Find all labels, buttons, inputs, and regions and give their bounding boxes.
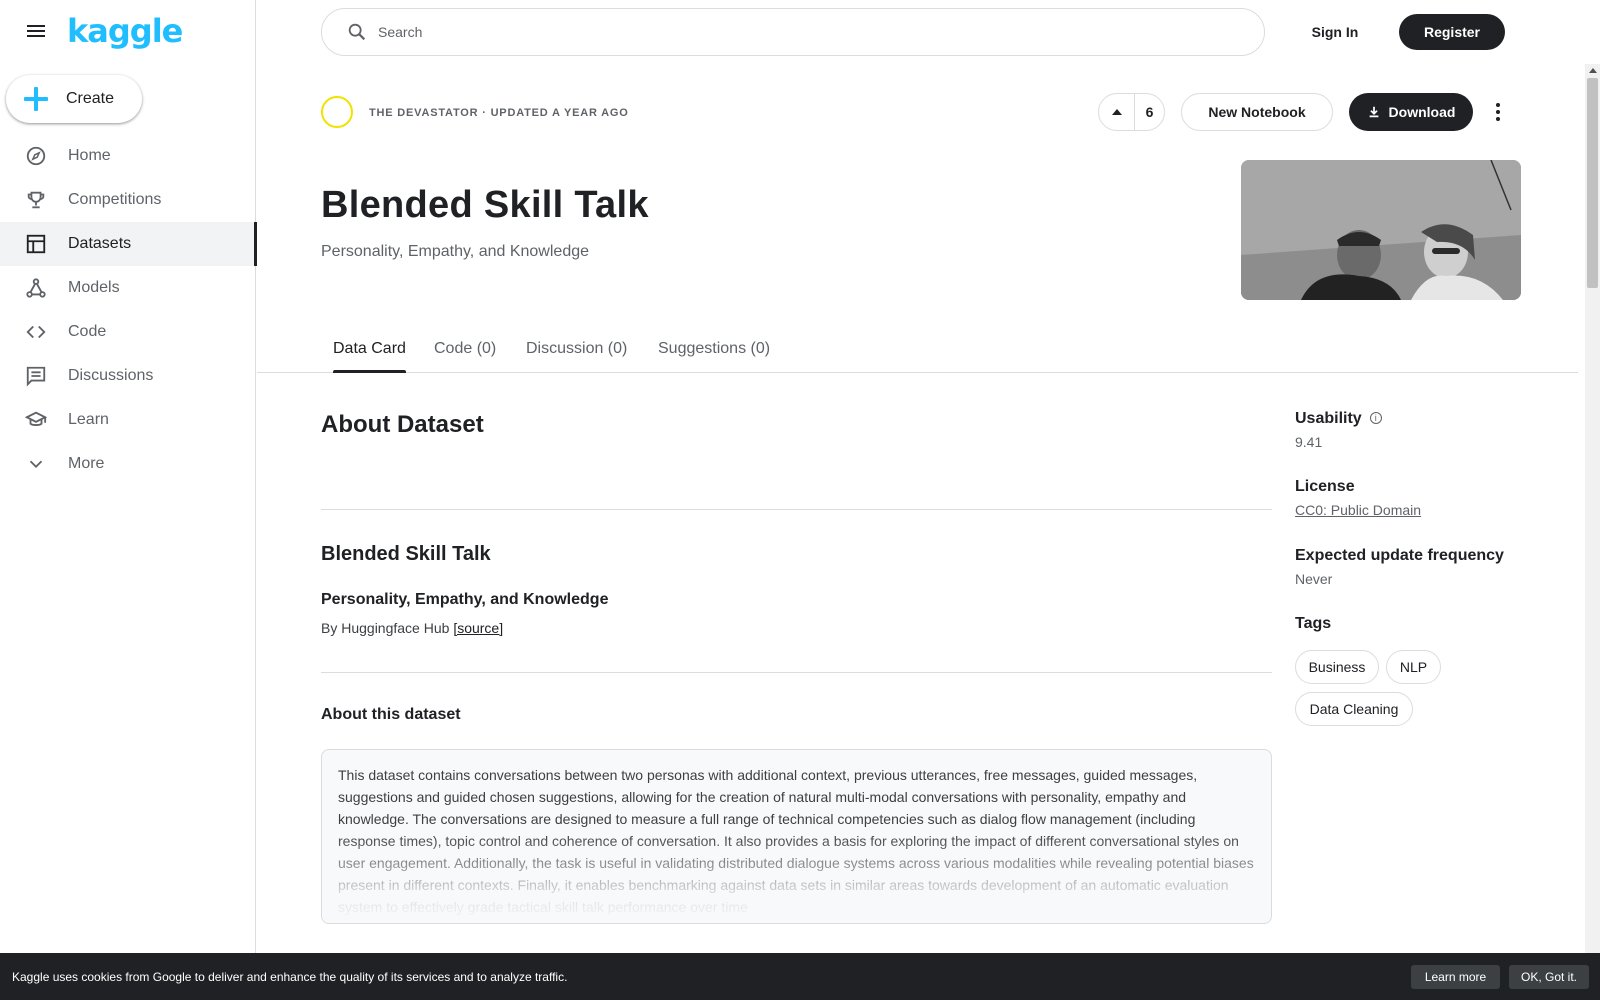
cookie-banner: Kaggle uses cookies from Google to deliv… (0, 953, 1600, 1000)
tab-discussion[interactable]: Discussion (0) (526, 330, 627, 373)
download-button[interactable]: Download (1349, 93, 1473, 131)
tag-chip[interactable]: NLP (1386, 650, 1441, 684)
sidebar-item-label: Models (68, 279, 120, 296)
sidebar-item-label: Discussions (68, 367, 154, 384)
tags-section: Tags (1295, 615, 1331, 633)
more-options-icon[interactable] (1488, 96, 1508, 128)
byline-author: By Huggingface Hub (321, 620, 450, 636)
usability-label: Usability (1295, 410, 1362, 427)
tags-label: Tags (1295, 615, 1332, 632)
license-section: License CC0: Public Domain (1295, 478, 1421, 518)
frequency-value: Never (1295, 571, 1333, 587)
dataset-subtitle: Personality, Empathy, and Knowledge (321, 243, 590, 260)
trophy-icon (24, 188, 48, 212)
sidebar-item-models[interactable]: Models (0, 266, 256, 310)
divider (321, 672, 1272, 673)
info-icon[interactable]: i (1369, 412, 1382, 424)
cookie-message: Kaggle uses cookies from Google to deliv… (12, 969, 568, 984)
license-label: License (1295, 478, 1355, 495)
sidebar-item-competitions[interactable]: Competitions (0, 178, 256, 222)
search-icon (348, 23, 366, 41)
table-icon (24, 232, 48, 256)
upvote-count: 6 (1145, 104, 1154, 120)
sidebar-item-label: Datasets (68, 235, 132, 252)
scroll-up-arrow[interactable] (1589, 68, 1597, 73)
comment-icon (24, 364, 48, 388)
byline: By Huggingface Hub [source] (321, 620, 503, 636)
sidebar-item-discussions[interactable]: Discussions (0, 354, 256, 398)
divider (321, 509, 1272, 510)
license-link[interactable]: CC0: Public Domain (1295, 502, 1421, 518)
frequency-label: Expected update frequency (1295, 547, 1504, 564)
models-icon (24, 276, 48, 300)
source-link[interactable]: [source] (453, 620, 503, 636)
usability-section: Usability i 9.41 (1295, 410, 1382, 450)
plus-icon (24, 87, 48, 111)
sidebar-nav: Home Competitions Datasets Models Code D… (0, 134, 257, 486)
sidebar-item-label: Competitions (68, 191, 162, 208)
owner-avatar[interactable] (321, 96, 353, 128)
tag-chip[interactable]: Data Cleaning (1295, 692, 1413, 726)
tag-chip[interactable]: Business (1295, 650, 1379, 684)
description-box: This dataset contains conversations betw… (321, 749, 1272, 924)
owner-updated-line: THE DEVASTATOR · UPDATED A YEAR AGO (369, 107, 629, 119)
sidebar-item-label: Learn (68, 411, 109, 428)
tab-code[interactable]: Code (0) (434, 330, 496, 373)
create-label: Create (66, 90, 115, 107)
sidebar-item-more[interactable]: More (0, 442, 256, 486)
menu-icon[interactable] (24, 22, 48, 42)
sidebar-item-code[interactable]: Code (0, 310, 256, 354)
kaggle-logo[interactable]: kaggle (67, 12, 183, 50)
section-title: Blended Skill Talk (321, 543, 491, 565)
school-icon (24, 408, 48, 432)
code-icon (24, 320, 48, 344)
sidebar: kaggle Create Home Competitions Datasets (0, 0, 257, 1000)
description-text: This dataset contains conversations betw… (338, 767, 1254, 915)
chevron-down-icon (24, 452, 48, 476)
about-dataset-heading: About Dataset (321, 411, 484, 438)
sidebar-item-learn[interactable]: Learn (0, 398, 256, 442)
page-scrollbar[interactable] (1585, 64, 1600, 954)
tab-data-card[interactable]: Data Card (333, 330, 406, 373)
register-button[interactable]: Register (1399, 14, 1505, 50)
download-icon (1369, 106, 1378, 118)
sidebar-item-label: Code (68, 323, 107, 340)
tab-suggestions[interactable]: Suggestions (0) (658, 330, 770, 373)
dataset-cover-image (1241, 160, 1521, 300)
new-notebook-button[interactable]: New Notebook (1181, 93, 1333, 131)
sidebar-item-home[interactable]: Home (0, 134, 256, 178)
search-input[interactable] (378, 24, 1238, 40)
learn-more-button[interactable]: Learn more (1411, 965, 1500, 989)
create-button[interactable]: Create (6, 75, 142, 123)
ok-got-it-button[interactable]: OK, Got it. (1509, 965, 1589, 989)
dataset-title: Blended Skill Talk (321, 184, 649, 226)
sidebar-item-label: Home (68, 147, 111, 164)
sidebar-item-label: More (68, 455, 105, 472)
scroll-thumb[interactable] (1587, 78, 1598, 288)
sidebar-item-datasets[interactable]: Datasets (0, 222, 257, 266)
upvote-button[interactable] (1099, 94, 1135, 130)
brand-bar: kaggle (0, 0, 256, 64)
about-this-dataset-heading: About this dataset (321, 706, 461, 723)
upvote-widget: 6 (1098, 93, 1165, 131)
search-bar[interactable] (321, 8, 1265, 56)
compass-icon (24, 144, 48, 168)
dataset-tabs: Data Card Code (0) Discussion (0) Sugges… (257, 330, 1578, 373)
usability-value: 9.41 (1295, 434, 1323, 450)
sign-in-button[interactable]: Sign In (1296, 14, 1374, 50)
arrow-up-icon (1111, 109, 1122, 115)
section-subtitle: Personality, Empathy, and Knowledge (321, 591, 609, 608)
frequency-section: Expected update frequency Never (1295, 547, 1504, 587)
download-label: Download (1388, 104, 1456, 120)
